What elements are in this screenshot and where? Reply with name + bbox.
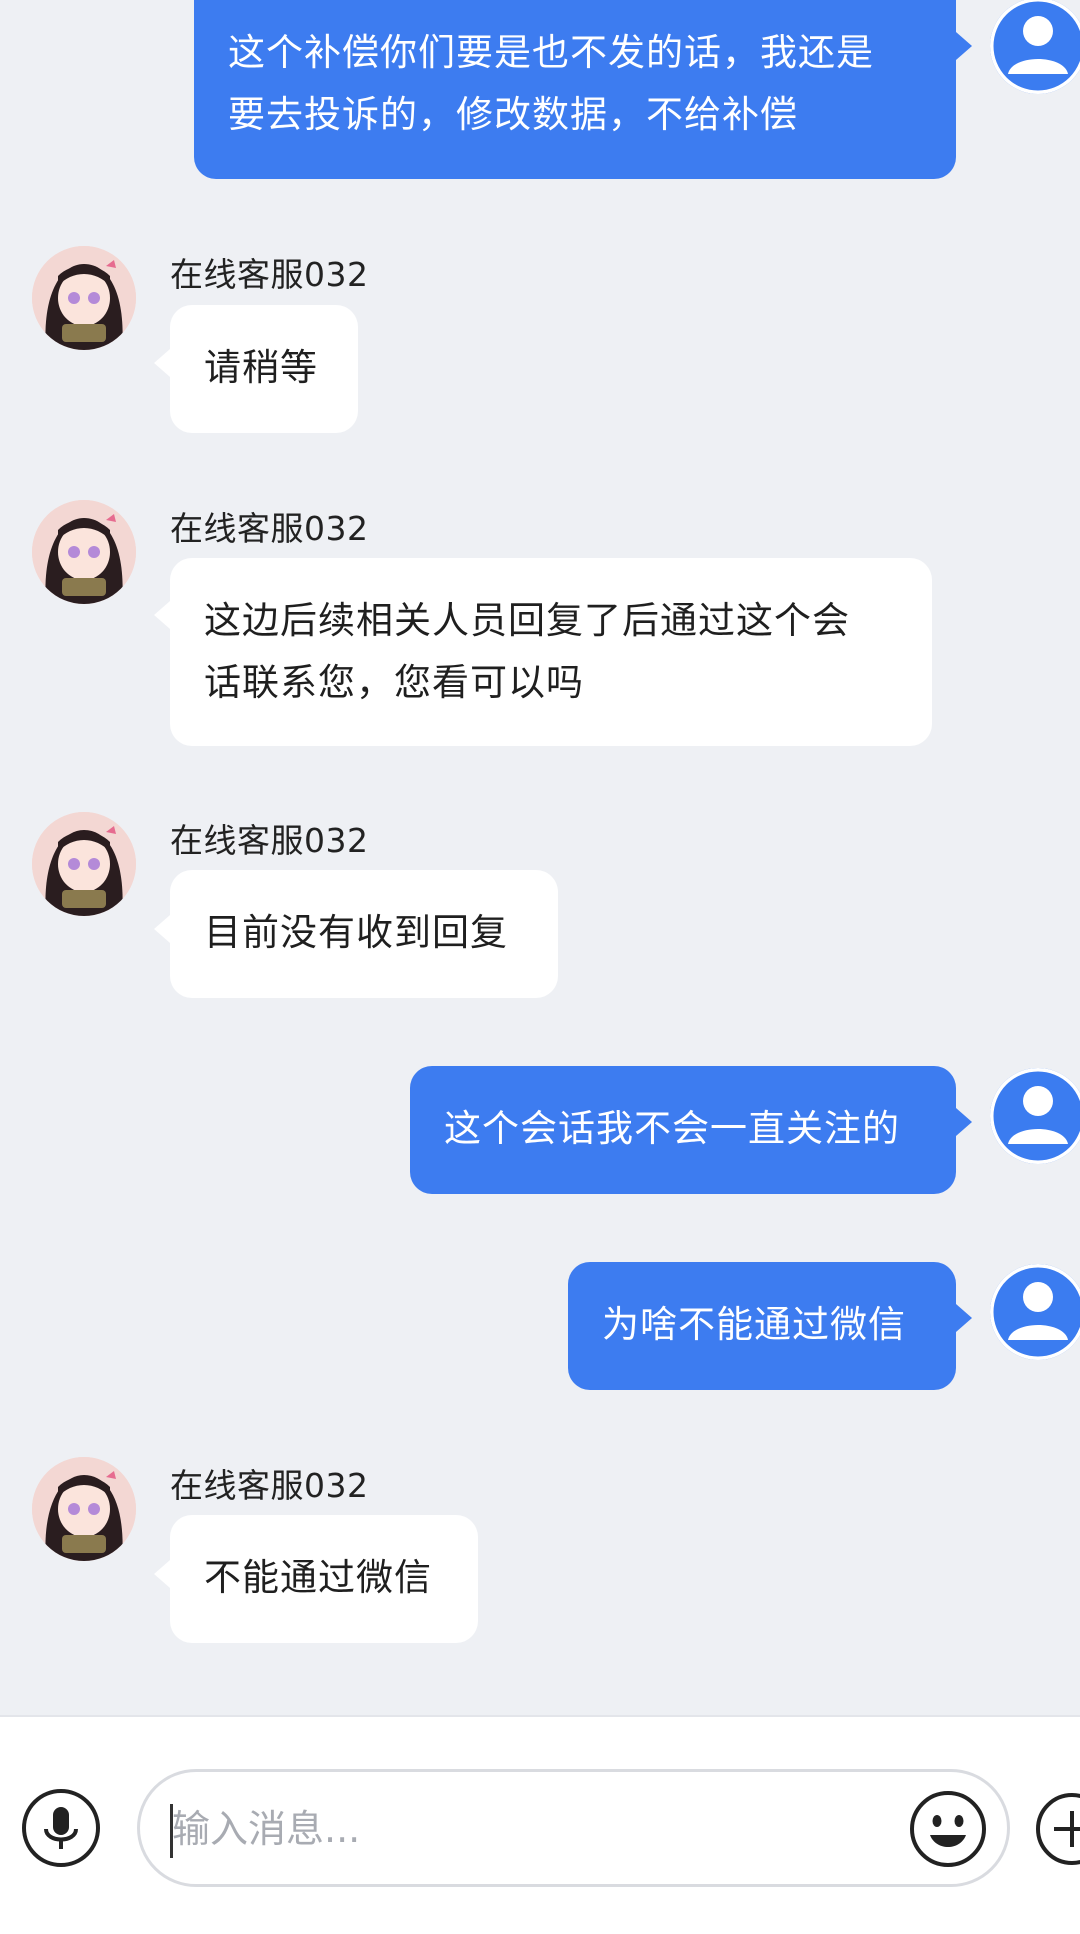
message-line: 话联系您，您看可以吗 bbox=[204, 661, 584, 704]
bubble-tail bbox=[154, 1560, 170, 1588]
composer-bar bbox=[0, 1715, 1080, 1934]
message-list[interactable]: 这个补偿你们要是也不发的话，我还是 要去投诉的，修改数据，不给补偿 在线客服03… bbox=[0, 0, 1080, 1715]
bubble-tail bbox=[154, 349, 170, 377]
outgoing-message-bubble: 这个补偿你们要是也不发的话，我还是 要去投诉的，修改数据，不给补偿 bbox=[194, 0, 956, 179]
bubble-tail bbox=[154, 915, 170, 943]
sender-name: 在线客服032 bbox=[170, 255, 369, 294]
message-line: 这个补偿你们要是也不发的话，我还是 bbox=[228, 31, 874, 74]
emoji-icon[interactable] bbox=[908, 1789, 988, 1869]
sender-name: 在线客服032 bbox=[170, 821, 369, 860]
agent-avatar[interactable] bbox=[32, 500, 136, 604]
microphone-icon[interactable] bbox=[22, 1789, 100, 1867]
message-line: 目前没有收到回复 bbox=[204, 911, 508, 954]
user-avatar-icon[interactable] bbox=[990, 0, 1080, 94]
message-line: 为啥不能通过微信 bbox=[602, 1303, 906, 1346]
outgoing-message-bubble: 这个会话我不会一直关注的 bbox=[410, 1066, 956, 1194]
bubble-tail bbox=[154, 601, 170, 629]
incoming-message-bubble: 不能通过微信 bbox=[170, 1515, 478, 1643]
message-line: 这个会话我不会一直关注的 bbox=[444, 1107, 900, 1150]
bubble-tail bbox=[956, 1108, 972, 1136]
agent-avatar[interactable] bbox=[32, 246, 136, 350]
outgoing-message-bubble: 为啥不能通过微信 bbox=[568, 1262, 956, 1390]
agent-avatar[interactable] bbox=[32, 812, 136, 916]
message-input[interactable] bbox=[170, 1798, 874, 1860]
message-input-box[interactable] bbox=[137, 1769, 1010, 1887]
sender-name: 在线客服032 bbox=[170, 1466, 369, 1505]
chat-screen: 这个补偿你们要是也不发的话，我还是 要去投诉的，修改数据，不给补偿 在线客服03… bbox=[0, 0, 1080, 1934]
incoming-message-bubble: 这边后续相关人员回复了后通过这个会 话联系您，您看可以吗 bbox=[170, 558, 932, 746]
plus-icon[interactable] bbox=[1034, 1791, 1080, 1867]
message-line: 请稍等 bbox=[204, 346, 318, 389]
message-line: 这边后续相关人员回复了后通过这个会 bbox=[204, 599, 850, 642]
user-avatar-icon[interactable] bbox=[990, 1068, 1080, 1164]
incoming-message-bubble: 目前没有收到回复 bbox=[170, 870, 558, 998]
message-line: 要去投诉的，修改数据，不给补偿 bbox=[228, 93, 798, 136]
user-avatar-icon[interactable] bbox=[990, 1264, 1080, 1360]
bubble-tail bbox=[956, 1304, 972, 1332]
message-line: 不能通过微信 bbox=[204, 1556, 432, 1599]
incoming-message-bubble: 请稍等 bbox=[170, 305, 358, 433]
agent-avatar[interactable] bbox=[32, 1457, 136, 1561]
text-caret bbox=[170, 1804, 173, 1858]
sender-name: 在线客服032 bbox=[170, 509, 369, 548]
bubble-tail bbox=[956, 32, 972, 60]
